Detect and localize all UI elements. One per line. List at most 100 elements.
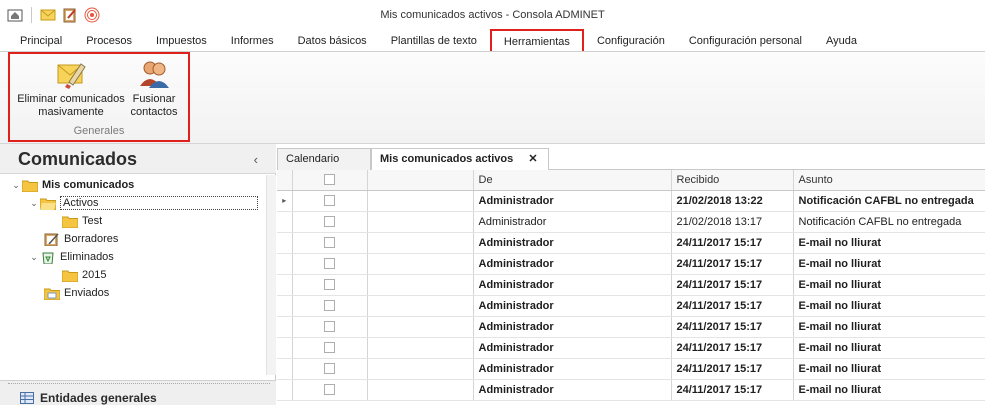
column-header-asunto[interactable]: Asunto (793, 170, 985, 191)
blank-cell (367, 358, 474, 380)
table-row[interactable]: Administrador 24/11/2017 15:17 E-mail no l… (277, 274, 985, 296)
cell-de: Administrador (473, 232, 672, 254)
tab-herramientas[interactable]: Herramientas (489, 29, 584, 53)
tree-label: Mis comunicados (42, 179, 135, 191)
entidades-generales-button[interactable]: Entidades generales (20, 391, 157, 405)
table-row[interactable]: Administrador 24/11/2017 15:17 E-mail no l… (277, 358, 985, 380)
table-icon (20, 392, 34, 404)
tab-mis-comunicados-activos[interactable]: Mis comunicados activos ✕ (371, 148, 549, 171)
fusionar-contactos-button[interactable]: Fusionar contactos (124, 58, 184, 119)
folder-icon (62, 270, 78, 282)
folder-tree: ⌄ Mis comunicados ⌄ Activos Test Borrado… (0, 176, 266, 302)
blank-cell (367, 190, 474, 212)
tree-label: Test (82, 215, 103, 227)
cell-asunto: E-mail no lliurat (793, 316, 985, 338)
select-all-checkbox[interactable] (292, 170, 368, 191)
blank-cell (367, 379, 474, 401)
row-checkbox[interactable] (292, 232, 368, 254)
tab-informes[interactable]: Informes (219, 30, 286, 52)
tree-node-enviados[interactable]: Enviados (0, 284, 266, 302)
row-indicator (277, 379, 293, 401)
row-checkbox[interactable] (292, 295, 368, 317)
row-checkbox[interactable] (292, 274, 368, 296)
tab-calendario[interactable]: Calendario (277, 148, 371, 170)
column-header-de[interactable]: De (473, 170, 672, 191)
row-indicator (277, 295, 293, 317)
cell-asunto: Notificación CAFBL no entregada (793, 211, 985, 233)
tab-configuracion-personal[interactable]: Configuración personal (677, 30, 814, 52)
tree-label: 2015 (82, 269, 107, 281)
drafts-icon (44, 232, 59, 246)
tree-node-borradores[interactable]: Borradores (0, 230, 266, 248)
row-indicator (277, 316, 293, 338)
row-indicator (277, 337, 293, 359)
row-indicator (277, 358, 293, 380)
cell-recibido: 24/11/2017 15:17 (671, 232, 794, 254)
row-checkbox[interactable] (292, 316, 368, 338)
pane-splitter[interactable] (8, 383, 270, 386)
row-indicator-header (277, 170, 293, 191)
close-icon[interactable]: ✕ (528, 153, 537, 165)
tab-principal[interactable]: Principal (8, 30, 74, 52)
table-row[interactable]: Administrador 24/11/2017 15:17 E-mail no l… (277, 295, 985, 317)
tree-node-test[interactable]: Test (0, 212, 266, 230)
left-panel-footer: Entidades generales (0, 380, 276, 405)
row-indicator (277, 274, 293, 296)
folder-open-icon (40, 198, 56, 210)
cell-de: Administrador (473, 190, 672, 212)
column-header-recibido[interactable]: Recibido (671, 170, 794, 191)
cell-asunto: E-mail no lliurat (793, 337, 985, 359)
row-checkbox[interactable] (292, 211, 368, 233)
cell-de: Administrador (473, 253, 672, 275)
tree-node-mis-comunicados[interactable]: ⌄ Mis comunicados (0, 176, 266, 194)
title-bar: Mis comunicados activos - Consola ADMINE… (0, 0, 985, 30)
row-checkbox[interactable] (292, 337, 368, 359)
recycle-icon (42, 252, 54, 264)
cell-recibido: 24/11/2017 15:17 (671, 253, 794, 275)
tab-ayuda[interactable]: Ayuda (814, 30, 869, 52)
cell-asunto: E-mail no lliurat (793, 379, 985, 401)
tab-plantillas-de-texto[interactable]: Plantillas de texto (379, 30, 489, 52)
cell-recibido: 24/11/2017 15:17 (671, 358, 794, 380)
row-checkbox[interactable] (292, 253, 368, 275)
table-row[interactable]: Administrador 21/02/2018 13:17 Notificació… (277, 211, 985, 233)
cell-asunto: E-mail no lliurat (793, 274, 985, 296)
collapse-panel-icon[interactable]: ‹ (254, 152, 258, 167)
tree-node-2015[interactable]: 2015 (0, 266, 266, 284)
entidades-generales-label: Entidades generales (40, 391, 157, 405)
fusionar-line1: Fusionar (132, 93, 176, 105)
tab-procesos[interactable]: Procesos (74, 30, 144, 52)
chevron-down-icon[interactable]: ⌄ (28, 252, 40, 263)
grid-body: ▸ Administrador 21/02/2018 13:22 Notificaci… (277, 190, 985, 401)
tree-node-eliminados[interactable]: ⌄ Eliminados (0, 248, 266, 266)
ribbon-tabs: Principal Procesos Impuestos Informes Da… (0, 29, 985, 53)
row-indicator (277, 232, 293, 254)
cell-de: Administrador (473, 337, 672, 359)
eliminar-comunicados-button[interactable]: Eliminar comunicados masivamente (16, 58, 126, 119)
row-checkbox[interactable] (292, 358, 368, 380)
contacts-icon (138, 58, 170, 90)
table-row[interactable]: ▸ Administrador 21/02/2018 13:22 Notificaci… (277, 190, 985, 212)
messages-grid: De Recibido Asunto ▸ Administrador 21/02/2… (277, 170, 985, 405)
chevron-down-icon[interactable]: ⌄ (10, 180, 22, 191)
tab-datos-basicos[interactable]: Datos básicos (286, 30, 379, 52)
table-row[interactable]: Administrador 24/11/2017 15:17 E-mail no l… (277, 316, 985, 338)
cell-de: Administrador (473, 316, 672, 338)
blank-cell (367, 337, 474, 359)
tab-impuestos[interactable]: Impuestos (144, 30, 219, 52)
tree-scrollbar[interactable] (266, 175, 276, 375)
table-row[interactable]: Administrador 24/11/2017 15:17 E-mail no l… (277, 232, 985, 254)
cell-recibido: 24/11/2017 15:17 (671, 316, 794, 338)
table-row[interactable]: Administrador 24/11/2017 15:17 E-mail no l… (277, 253, 985, 275)
cell-asunto: E-mail no lliurat (793, 358, 985, 380)
table-row[interactable]: Administrador 24/11/2017 15:17 E-mail no l… (277, 379, 985, 401)
chevron-down-icon[interactable]: ⌄ (28, 198, 40, 209)
cell-de: Administrador (473, 211, 672, 233)
tree-node-activos[interactable]: ⌄ Activos (0, 194, 266, 212)
grid-header-row: De Recibido Asunto (277, 170, 985, 191)
row-checkbox[interactable] (292, 379, 368, 401)
row-checkbox[interactable] (292, 190, 368, 212)
table-row[interactable]: Administrador 24/11/2017 15:17 E-mail no l… (277, 337, 985, 359)
tab-configuracion[interactable]: Configuración (585, 30, 677, 52)
blank-cell (367, 316, 474, 338)
